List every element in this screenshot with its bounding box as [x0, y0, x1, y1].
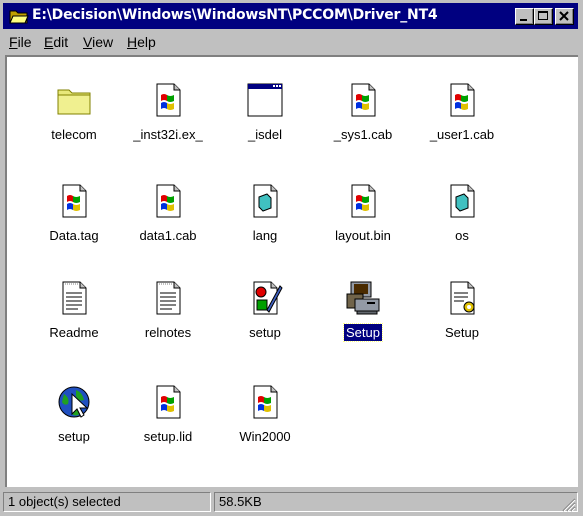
file-label: telecom: [51, 127, 97, 142]
file-item[interactable]: setup.lid: [120, 384, 216, 446]
document-icon: [253, 184, 278, 218]
setup-info-icon: [253, 281, 283, 315]
file-item[interactable]: Data.tag: [26, 183, 122, 245]
maximize-icon: [538, 11, 548, 20]
file-list-pane[interactable]: telecom _inst32i.ex_ _isdel _sys1.cab _user1…: [5, 55, 578, 487]
file-item[interactable]: Win2000: [217, 384, 313, 446]
explorer-window: E:\Decision\Windows\WindowsNT\PCCOM\Driv…: [0, 0, 583, 516]
text-document-icon: [156, 281, 181, 315]
file-label: _user1.cab: [429, 127, 495, 142]
file-icon: [450, 83, 475, 117]
file-label: Setup: [343, 323, 383, 342]
file-item[interactable]: _isdel: [217, 82, 313, 144]
file-label: lang: [252, 228, 278, 243]
menu-file[interactable]: File: [9, 34, 32, 50]
file-label: Data.tag: [49, 228, 99, 243]
minimize-icon: [520, 19, 527, 21]
menu-view[interactable]: View: [83, 34, 113, 50]
file-item[interactable]: _user1.cab: [414, 82, 510, 144]
file-item[interactable]: data1.cab: [120, 183, 216, 245]
file-icon: [156, 184, 181, 218]
menu-edit[interactable]: Edit: [44, 34, 68, 50]
file-item[interactable]: telecom: [26, 82, 122, 144]
text-document-icon: [62, 281, 87, 315]
close-button[interactable]: [555, 8, 574, 25]
file-item[interactable]: setup: [26, 384, 122, 446]
file-label: Win2000: [239, 429, 291, 444]
file-item[interactable]: Readme: [26, 280, 122, 342]
file-icon: [62, 184, 87, 218]
file-item[interactable]: layout.bin: [315, 183, 411, 245]
application-window-icon: [247, 83, 283, 117]
file-item[interactable]: lang: [217, 183, 313, 245]
file-label: layout.bin: [335, 228, 391, 243]
computer-setup-icon: [346, 281, 380, 315]
status-bar: 1 object(s) selected 58.5KB: [3, 490, 578, 514]
file-icon: [156, 83, 181, 117]
config-settings-icon: [450, 281, 475, 315]
menu-help[interactable]: Help: [127, 34, 156, 50]
status-selection: 1 object(s) selected: [3, 492, 211, 512]
file-label: os: [455, 228, 469, 243]
file-item[interactable]: Setup: [315, 280, 411, 342]
file-label: _inst32i.ex_: [133, 127, 203, 142]
file-label: _isdel: [248, 127, 282, 142]
title-bar[interactable]: E:\Decision\Windows\WindowsNT\PCCOM\Driv…: [3, 3, 578, 29]
status-size: 58.5KB: [214, 492, 578, 512]
file-item[interactable]: _inst32i.ex_: [120, 82, 216, 144]
file-label: data1.cab: [139, 228, 197, 243]
file-icon: [351, 184, 376, 218]
open-folder-icon: [9, 10, 29, 24]
file-item[interactable]: _sys1.cab: [315, 82, 411, 144]
file-label: relnotes: [144, 325, 192, 340]
file-icon: [351, 83, 376, 117]
file-item[interactable]: relnotes: [120, 280, 216, 342]
minimize-button[interactable]: [515, 8, 534, 25]
file-label: Readme: [49, 325, 99, 340]
file-icon: [156, 385, 181, 419]
file-icon: [253, 385, 278, 419]
file-label: _sys1.cab: [333, 127, 393, 142]
close-icon: [559, 11, 569, 21]
document-icon: [450, 184, 475, 218]
menu-bar: File Edit View Help: [3, 31, 578, 53]
file-item[interactable]: Setup: [414, 280, 510, 342]
file-label: setup: [249, 325, 281, 340]
folder-icon: [57, 89, 91, 115]
file-label: Setup: [445, 325, 479, 340]
resize-grip-icon[interactable]: [562, 498, 576, 512]
window-title: E:\Decision\Windows\WindowsNT\PCCOM\Driv…: [32, 7, 438, 23]
file-label: setup: [58, 429, 90, 444]
file-label: setup.lid: [143, 429, 193, 444]
file-item[interactable]: setup: [217, 280, 313, 342]
file-item[interactable]: os: [414, 183, 510, 245]
maximize-button[interactable]: [534, 8, 553, 25]
globe-cursor-icon: [58, 386, 90, 418]
